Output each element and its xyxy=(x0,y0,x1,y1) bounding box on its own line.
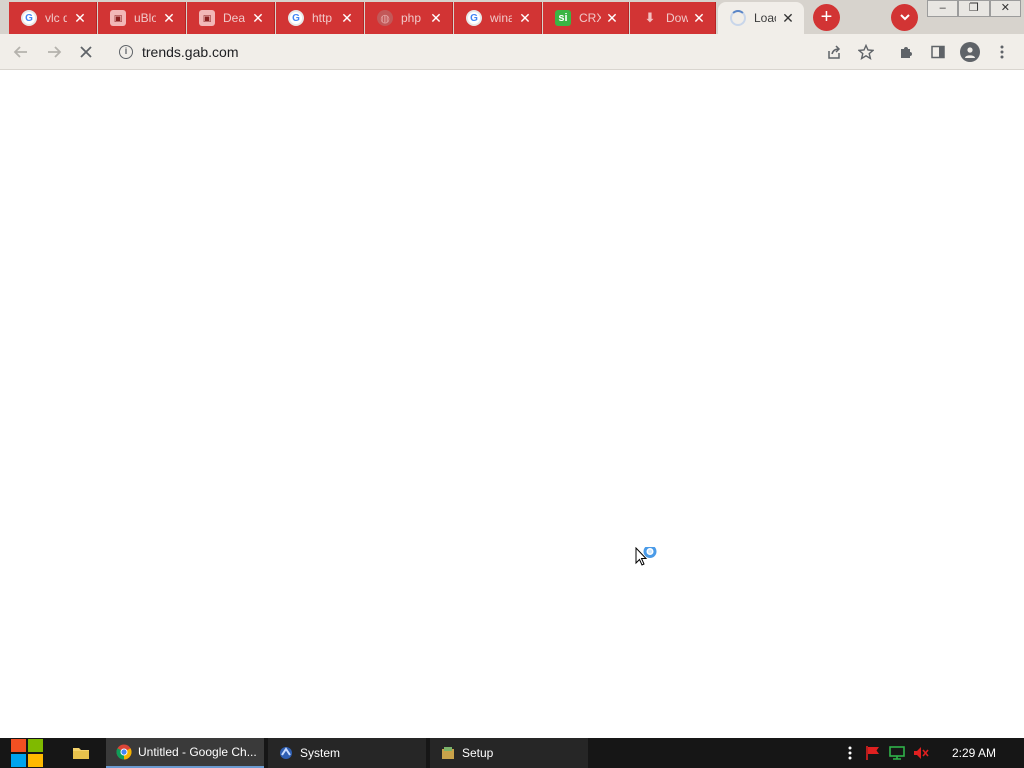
browser-toolbar: i trends.gab.com xyxy=(0,34,1024,70)
tab-title: vlc d xyxy=(45,11,67,25)
chrome-icon xyxy=(116,744,132,760)
arrow-right-icon xyxy=(48,46,62,58)
extensions-button[interactable] xyxy=(896,42,916,62)
taskbar-item-label: System xyxy=(300,746,341,760)
taskbar-item-system[interactable]: System xyxy=(268,738,426,768)
taskbar-item-label: Setup xyxy=(462,746,494,760)
share-button[interactable] xyxy=(824,42,844,62)
tab-close-icon[interactable]: ✕ xyxy=(428,10,444,26)
tab-title: Dow xyxy=(666,11,688,25)
tab-dea[interactable]: ▣ Dea ✕ xyxy=(187,2,275,34)
tab-close-icon[interactable]: ✕ xyxy=(339,10,355,26)
tab-crx[interactable]: si CRX ✕ xyxy=(543,2,629,34)
page-viewport[interactable] xyxy=(0,71,1024,738)
ublock-icon: ▣ xyxy=(199,10,215,26)
google-icon: G xyxy=(288,10,304,26)
globe-icon: ◍ xyxy=(377,10,393,26)
site-info-icon[interactable]: i xyxy=(119,45,133,59)
loading-spinner-icon xyxy=(730,10,746,26)
google-icon: G xyxy=(21,10,37,26)
volume-muted-icon[interactable] xyxy=(912,745,930,761)
window-controls: – ❐ ✕ xyxy=(927,0,1021,18)
side-panel-button[interactable] xyxy=(928,42,948,62)
taskbar-clock[interactable]: 2:29 AM xyxy=(946,746,1002,760)
tab-close-icon[interactable]: ✕ xyxy=(72,10,88,26)
close-window-button[interactable]: ✕ xyxy=(989,0,1021,17)
tab-ublock[interactable]: ▣ uBlo ✕ xyxy=(98,2,186,34)
side-panel-icon xyxy=(931,45,945,59)
share-icon xyxy=(828,45,841,59)
tab-close-icon[interactable]: ✕ xyxy=(517,10,533,26)
taskbar-item-setup[interactable]: Setup xyxy=(430,738,588,768)
kebab-menu-icon xyxy=(1000,45,1004,59)
tab-title: wina xyxy=(490,11,512,25)
tab-title: uBlo xyxy=(134,11,156,25)
tab-close-icon[interactable]: ✕ xyxy=(250,10,266,26)
si-icon: si xyxy=(555,10,571,26)
tab-close-icon[interactable]: ✕ xyxy=(604,10,620,26)
tab-vlc[interactable]: G vlc d ✕ xyxy=(9,2,97,34)
tab-title: Loac xyxy=(754,11,776,25)
tab-php[interactable]: ◍ php ✕ xyxy=(365,2,453,34)
stop-loading-button[interactable] xyxy=(76,42,96,62)
tab-title: http xyxy=(312,11,333,25)
tray-overflow-icon[interactable] xyxy=(846,745,854,761)
tab-download[interactable]: ⬇ Dow ✕ xyxy=(630,2,716,34)
back-button[interactable] xyxy=(11,42,31,62)
puzzle-icon xyxy=(901,47,912,58)
tab-http[interactable]: G http ✕ xyxy=(276,2,364,34)
close-icon xyxy=(80,46,92,58)
person-icon xyxy=(965,47,975,58)
tab-title: php xyxy=(401,11,422,25)
restore-button[interactable]: ❐ xyxy=(958,0,990,17)
tab-close-icon[interactable]: ✕ xyxy=(691,10,707,26)
profile-avatar-icon[interactable] xyxy=(960,42,980,62)
system-tray xyxy=(846,738,930,768)
ublock-icon: ▣ xyxy=(110,10,126,26)
tab-search-button[interactable] xyxy=(891,4,918,31)
taskbar-item-label: Untitled - Google Ch... xyxy=(138,745,257,759)
network-icon[interactable] xyxy=(888,745,906,761)
chrome-menu-button[interactable] xyxy=(992,42,1012,62)
taskbar-item-chrome[interactable]: Untitled - Google Ch... xyxy=(106,738,264,768)
chevron-down-icon xyxy=(899,14,910,21)
windows-start-icon[interactable] xyxy=(10,738,44,768)
forward-button[interactable] xyxy=(44,42,64,62)
busy-cursor-icon xyxy=(635,547,657,566)
new-tab-button[interactable]: + xyxy=(813,4,840,31)
address-bar[interactable]: i trends.gab.com xyxy=(108,37,888,67)
setup-icon xyxy=(442,747,454,759)
tab-title: Dea xyxy=(223,11,245,25)
tab-title: CRX xyxy=(579,11,601,25)
star-icon xyxy=(857,43,875,60)
google-icon: G xyxy=(466,10,482,26)
url-text: trends.gab.com xyxy=(142,44,239,60)
tab-close-icon[interactable]: ✕ xyxy=(780,10,796,26)
action-center-flag-icon[interactable] xyxy=(864,745,882,761)
arrow-left-icon xyxy=(13,46,27,58)
file-explorer-icon[interactable] xyxy=(70,743,92,763)
taskbar: Untitled - Google Ch... System Setup 2:2… xyxy=(0,738,1024,768)
tab-close-icon[interactable]: ✕ xyxy=(161,10,177,26)
bookmark-button[interactable] xyxy=(856,42,876,62)
download-icon: ⬇ xyxy=(644,10,656,25)
tab-strip: G vlc d ✕ ▣ uBlo ✕ ▣ Dea ✕ G http ✕ ◍ ph… xyxy=(0,0,1024,34)
system-icon xyxy=(280,747,292,759)
tab-loading-active[interactable]: Loac ✕ xyxy=(718,2,804,34)
minimize-button[interactable]: – xyxy=(927,0,959,17)
tab-wina[interactable]: G wina ✕ xyxy=(454,2,542,34)
